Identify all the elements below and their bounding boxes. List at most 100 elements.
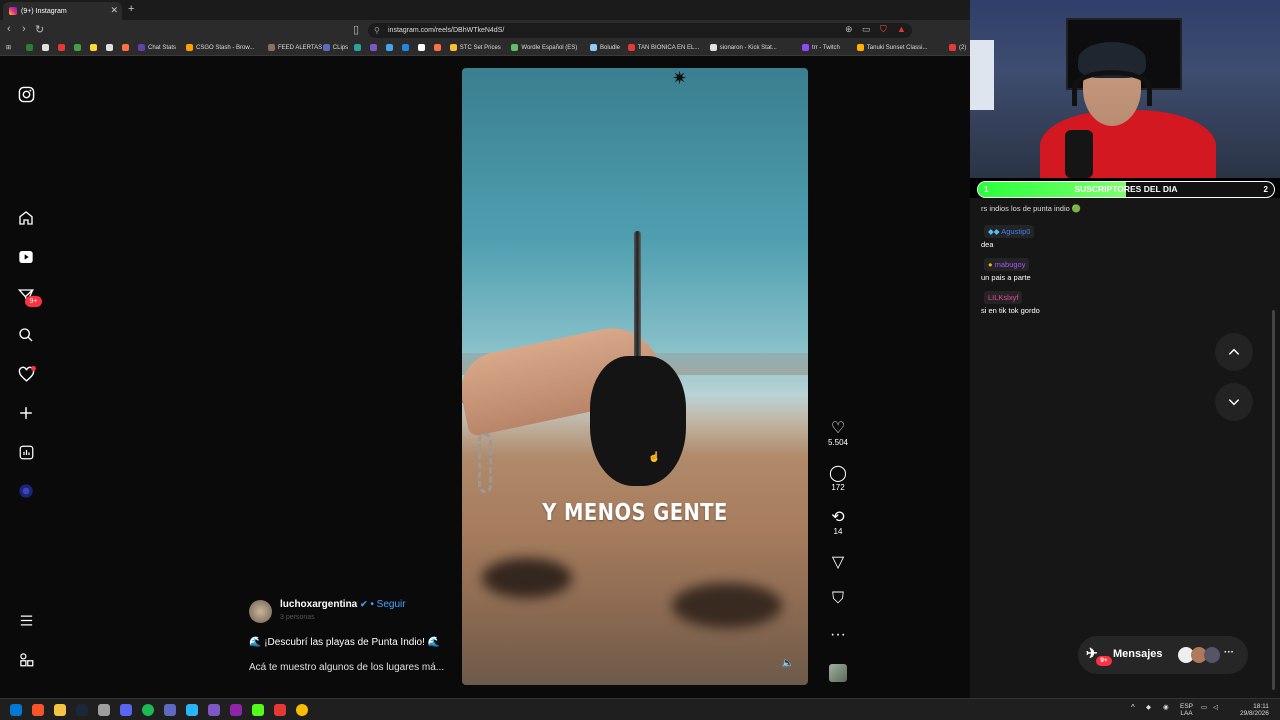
clock-date[interactable]: 29/8/2026 xyxy=(1240,710,1269,717)
tray-chevron-icon[interactable]: ^ xyxy=(1131,703,1135,712)
bookmark-item[interactable] xyxy=(26,44,33,51)
app-icon[interactable] xyxy=(208,704,220,716)
dashboard-icon[interactable] xyxy=(16,442,36,462)
comment-button[interactable]: ◯ 172 xyxy=(820,465,856,492)
more-icon: ··· xyxy=(1224,647,1234,658)
address-bar[interactable]: ⚲ instagram.com/reels/DBhWTkeN4dS/ xyxy=(368,23,912,38)
direct-badge: 9+ xyxy=(25,296,42,307)
bookmark-item[interactable] xyxy=(417,44,425,51)
bookmark-favicon-icon xyxy=(322,44,330,51)
scrollbar[interactable] xyxy=(1272,310,1275,690)
brave-shields-icon[interactable]: ⛉ xyxy=(880,24,887,35)
forward-icon[interactable]: › xyxy=(22,23,26,35)
network-icon[interactable]: ▭ xyxy=(1201,703,1207,711)
bookmark-item[interactable] xyxy=(106,44,113,51)
bookmark-favicon-icon xyxy=(74,44,81,51)
bookmark-label: sionaron - Kick Stat... xyxy=(719,44,777,51)
tab-instagram[interactable]: (9+) Instagram ✕ xyxy=(3,2,122,20)
start-icon[interactable] xyxy=(10,704,22,716)
chrome-icon[interactable] xyxy=(296,704,308,716)
previous-reel-button[interactable] xyxy=(1215,333,1253,371)
bookmark-item[interactable]: sionaron - Kick Stat... xyxy=(709,44,777,51)
file-explorer-icon[interactable] xyxy=(54,704,66,716)
cast-icon[interactable]: ▭ xyxy=(862,24,871,35)
kick-icon[interactable] xyxy=(252,704,264,716)
apps-icon[interactable]: ⊞ xyxy=(6,44,11,51)
bookmark-item[interactable]: Boludle xyxy=(590,44,620,51)
follow-button[interactable]: Seguir xyxy=(377,599,406,610)
bookmark-item[interactable]: TAN BIONICA EN EL... xyxy=(627,44,699,51)
bookmark-item[interactable]: FEED ALERTAS xyxy=(268,44,322,51)
next-reel-button[interactable] xyxy=(1215,383,1253,421)
discord-icon[interactable] xyxy=(120,704,132,716)
badge-icon: ● xyxy=(988,260,993,269)
brave-rewards-icon[interactable]: ▲ xyxy=(897,24,906,34)
volume-icon[interactable]: 🔈 xyxy=(782,658,794,669)
reels-icon[interactable] xyxy=(16,247,36,267)
tray-icon[interactable]: ◉ xyxy=(1163,703,1169,711)
share-button[interactable]: ▽ xyxy=(820,554,856,572)
more-menu-icon[interactable] xyxy=(16,610,36,630)
new-tab-button[interactable]: + xyxy=(128,3,134,15)
bookmark-item[interactable] xyxy=(401,44,409,51)
keyboard-layout[interactable]: LAA xyxy=(1180,710,1192,717)
bookmark-item[interactable]: trr - Twitch xyxy=(802,44,840,51)
bookmark-item[interactable]: STC Set Prices xyxy=(449,44,501,51)
app-icon[interactable] xyxy=(98,704,110,716)
site-info-icon[interactable]: ⚲ xyxy=(374,23,380,38)
app-icon[interactable] xyxy=(230,704,242,716)
zoom-icon[interactable]: ⊕ xyxy=(845,24,853,35)
browser-window: (9+) Instagram ✕ + ‹ › ↻ ▯ ⚲ instagram.c… xyxy=(0,0,970,698)
more-options-button[interactable]: ··· xyxy=(820,626,856,644)
keyboard-language[interactable]: ESP xyxy=(1180,703,1193,710)
close-tab-icon[interactable]: ✕ xyxy=(110,5,118,16)
home-icon[interactable] xyxy=(16,208,36,228)
chat-message: un pais a parte xyxy=(981,273,1031,282)
bookmark-page-icon[interactable]: ▯ xyxy=(353,23,359,36)
reload-icon[interactable]: ↻ xyxy=(35,23,44,36)
bookmark-item[interactable]: CLips xyxy=(322,44,348,51)
bookmark-item[interactable] xyxy=(58,44,65,51)
collab-info[interactable]: 3 personas xyxy=(280,614,315,621)
profile-avatar-icon[interactable] xyxy=(16,481,36,501)
bookmark-item[interactable] xyxy=(74,44,81,51)
search-icon[interactable] xyxy=(16,325,36,345)
save-button[interactable]: ⛉ xyxy=(820,590,856,608)
clock-time[interactable]: 18:11 xyxy=(1253,703,1269,710)
bookmark-item[interactable] xyxy=(353,44,361,51)
bracelet xyxy=(478,433,492,493)
reel-video[interactable]: ✷ Y MENOS GENTE ☝ 🔈 xyxy=(462,68,808,685)
bookmark-item[interactable] xyxy=(42,44,49,51)
description-line-2[interactable]: Acá te muestro algunos de los lugares má… xyxy=(249,662,444,673)
tray-icon[interactable]: ◆ xyxy=(1146,703,1151,711)
bookmark-item[interactable]: Tanuki Sunset Classi... xyxy=(856,44,928,51)
audio-thumbnail[interactable] xyxy=(829,664,847,682)
repost-button[interactable]: ⟲ 14 xyxy=(820,509,856,536)
bookmark-favicon-icon xyxy=(627,44,635,51)
bookmark-item[interactable] xyxy=(90,44,97,51)
avatar[interactable] xyxy=(249,600,272,623)
bookmark-item[interactable] xyxy=(385,44,393,51)
bookmark-item[interactable]: Chat Stats xyxy=(138,44,176,51)
back-icon[interactable]: ‹ xyxy=(7,23,11,35)
instagram-icon[interactable] xyxy=(16,84,36,104)
bookmark-favicon-icon xyxy=(802,44,809,51)
bookmark-item[interactable] xyxy=(433,44,441,51)
volume-icon[interactable]: ◁ xyxy=(1213,703,1218,711)
bookmark-item[interactable] xyxy=(122,44,129,51)
brave-icon[interactable] xyxy=(32,704,44,716)
app-icon[interactable] xyxy=(186,704,198,716)
app-icon[interactable] xyxy=(274,704,286,716)
steam-icon[interactable] xyxy=(76,704,88,716)
bookmark-item[interactable]: Wordle Español (ES) xyxy=(511,44,577,51)
like-button[interactable]: ♡ 5.504 xyxy=(820,420,856,447)
bookmark-item[interactable]: (2) xyxy=(949,44,966,51)
create-icon[interactable] xyxy=(16,403,36,423)
bookmark-item[interactable] xyxy=(369,44,377,51)
meta-apps-icon[interactable] xyxy=(16,649,36,669)
messages-button[interactable]: ✈ 9+ Mensajes ··· xyxy=(1078,636,1248,674)
spotify-icon[interactable] xyxy=(142,704,154,716)
username[interactable]: luchoxargentina xyxy=(280,599,357,610)
bookmark-item[interactable]: CSGO Stash - Brow... xyxy=(186,44,254,51)
app-icon[interactable] xyxy=(164,704,176,716)
